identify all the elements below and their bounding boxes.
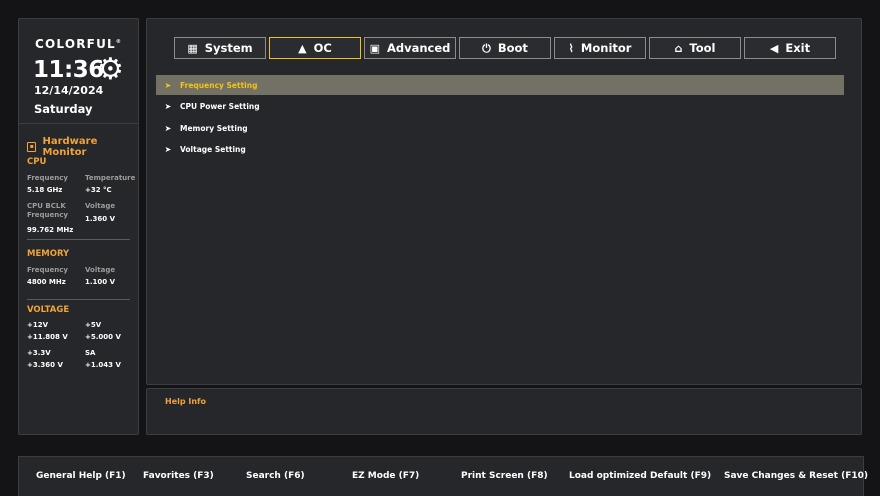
memory-voltage-label: Voltage [85, 266, 116, 274]
settings-gear-icon[interactable]: ⚙ [97, 55, 124, 85]
cpu-temperature-label: Temperature [85, 174, 136, 182]
brand-name: COLORFUL [35, 37, 116, 51]
cpu-section-title: CPU [27, 157, 47, 167]
divider [19, 123, 138, 124]
v5-value: +5.000 V [85, 333, 121, 341]
brand-block: COLORFUL® 11:36 ⚙ 12/14/2024 Saturday [19, 19, 138, 121]
v33-value: +3.360 V [27, 361, 63, 369]
memory-section-title: MEMORY [27, 249, 70, 259]
brand-logo: COLORFUL® [35, 37, 123, 51]
v12-label: +12V [27, 321, 49, 329]
tab-label: Tool [689, 41, 716, 55]
chip-icon: ▣ [369, 41, 380, 55]
arrow-right-icon: ➤ [164, 144, 172, 154]
print-screen-button[interactable]: Print Screen (F8) [461, 471, 548, 481]
load-optimized-default-button[interactable]: Load optimized Default (F9) [569, 471, 711, 481]
arrow-right-icon: ➤ [164, 101, 172, 111]
back-arrow-icon: ◀ [769, 41, 779, 55]
help-info-title: Help Info [165, 397, 207, 406]
menu-item-label: Memory Setting [180, 123, 248, 133]
tab-advanced[interactable]: ▣ Advanced [364, 37, 456, 59]
tab-oc[interactable]: ▲ OC [269, 37, 361, 59]
menu-item-memory-setting[interactable]: ➤ Memory Setting [156, 118, 844, 138]
power-icon: ⏻ [482, 41, 491, 55]
v33-label: +3.3V [27, 349, 51, 357]
divider [27, 299, 130, 300]
cpu-bclk-label: CPU BCLK Frequency [27, 202, 68, 219]
tab-label: Exit [785, 41, 811, 55]
rocket-icon: ▲ [298, 41, 307, 55]
clock-time: 11:36 [33, 57, 104, 83]
day-text: Saturday [34, 102, 93, 116]
tab-tool[interactable]: ⌂ Tool [649, 37, 741, 59]
arrow-right-icon: ➤ [164, 80, 172, 90]
tab-label: Boot [497, 41, 528, 55]
cpu-voltage-value: 1.360 V [85, 215, 115, 223]
cpu-bclk-value: 99.762 MHz [27, 226, 74, 234]
menu-item-frequency-setting[interactable]: ➤ Frequency Setting [156, 75, 844, 95]
search-button[interactable]: Search (F6) [246, 471, 305, 481]
cpu-frequency-value: 5.18 GHz [27, 186, 63, 194]
tab-label: System [204, 41, 253, 55]
tab-label: Advanced [386, 41, 451, 55]
main-panel: ▦ System ▲ OC ▣ Advanced ⏻ Boot ⌇ Monito… [146, 18, 862, 385]
sidebar-panel: COLORFUL® 11:36 ⚙ 12/14/2024 Saturday ▪ … [18, 18, 139, 435]
sa-value: +1.043 V [85, 361, 121, 369]
cpu-temperature-value: +32 °C [85, 186, 112, 194]
pulse-icon: ⌇ [568, 41, 574, 55]
cpu-voltage-label: Voltage [85, 202, 116, 210]
tab-system[interactable]: ▦ System [174, 37, 266, 59]
tab-exit[interactable]: ◀ Exit [744, 37, 836, 59]
menu-item-voltage-setting[interactable]: ➤ Voltage Setting [156, 139, 844, 159]
menu-item-cpu-power-setting[interactable]: ➤ CPU Power Setting [156, 96, 844, 116]
save-changes-reset-button[interactable]: Save Changes & Reset (F10) [724, 471, 868, 481]
sa-label: SA [85, 349, 96, 357]
voltage-section-title: VOLTAGE [27, 305, 70, 315]
tab-label: Monitor [580, 41, 632, 55]
memory-frequency-label: Frequency [27, 266, 68, 274]
menu-item-label: Voltage Setting [180, 144, 246, 154]
grid-icon: ▦ [187, 41, 198, 55]
general-help-button[interactable]: General Help (F1) [36, 471, 126, 481]
menu-item-label: CPU Power Setting [180, 101, 260, 111]
tab-boot[interactable]: ⏻ Boot [459, 37, 551, 59]
date-text: 12/14/2024 [34, 84, 104, 97]
memory-voltage-value: 1.100 V [85, 278, 115, 286]
tab-label: OC [313, 41, 332, 55]
v12-value: +11.808 V [27, 333, 68, 341]
toolbox-icon: ⌂ [674, 41, 683, 55]
arrow-right-icon: ➤ [164, 123, 172, 133]
hardware-monitor-title: ▪ Hardware Monitor [27, 136, 138, 158]
cpu-frequency-label: Frequency [27, 174, 68, 182]
memory-frequency-value: 4800 MHz [27, 278, 66, 286]
footer-bar: General Help (F1) Favorites (F3) Search … [18, 456, 868, 496]
help-panel: Help Info [146, 388, 862, 435]
divider [27, 239, 130, 240]
v5-label: +5V [85, 321, 102, 329]
monitor-icon: ▪ [27, 142, 37, 152]
hardware-monitor-label: Hardware Monitor [42, 136, 98, 158]
ez-mode-button[interactable]: EZ Mode (F7) [352, 471, 419, 481]
favorites-button[interactable]: Favorites (F3) [143, 471, 214, 481]
menu-item-label: Frequency Setting [180, 80, 258, 90]
tab-monitor[interactable]: ⌇ Monitor [554, 37, 646, 59]
